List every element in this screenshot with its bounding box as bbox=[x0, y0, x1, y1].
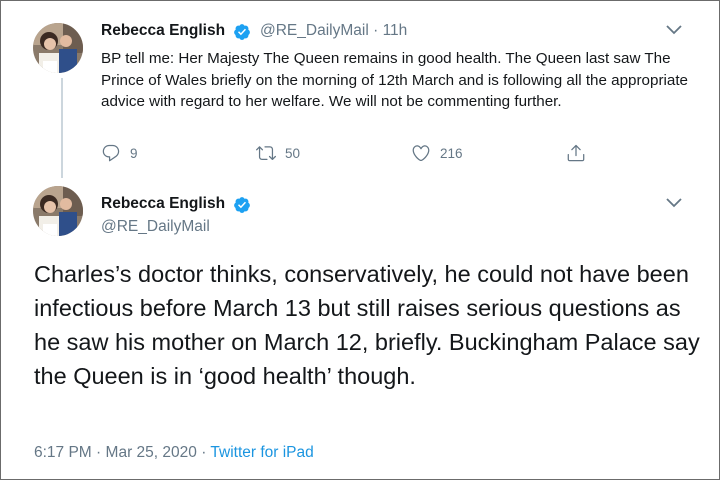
footer-separator: · bbox=[96, 444, 102, 461]
share-button[interactable] bbox=[566, 143, 586, 163]
meta-separator: · bbox=[373, 22, 379, 39]
like-count: 216 bbox=[440, 145, 463, 161]
retweet-icon bbox=[256, 146, 276, 161]
avatar[interactable] bbox=[33, 186, 83, 236]
tweet-source-link[interactable]: Twitter for iPad bbox=[210, 444, 313, 461]
chevron-down-icon[interactable] bbox=[665, 24, 683, 36]
timestamp[interactable]: 11h bbox=[383, 22, 408, 39]
avatar-photo bbox=[33, 23, 83, 73]
like-icon bbox=[412, 145, 430, 162]
share-icon bbox=[567, 144, 585, 162]
retweet-button[interactable]: 50 bbox=[256, 143, 300, 163]
verified-icon bbox=[234, 197, 250, 213]
verified-icon bbox=[234, 24, 250, 40]
chevron-down-icon[interactable] bbox=[665, 197, 683, 209]
tweet-text: Charles’s doctor thinks, conservatively,… bbox=[34, 261, 700, 389]
avatar-photo bbox=[33, 186, 83, 236]
author-name[interactable]: Rebecca English bbox=[101, 195, 225, 213]
tweet-thread-frame: Rebecca English @RE_DailyMail · 11h BP t… bbox=[0, 0, 720, 480]
tweet-footer: 6:17 PM · Mar 25, 2020 · Twitter for iPa… bbox=[34, 444, 314, 462]
handle[interactable]: @RE_DailyMail bbox=[260, 22, 369, 39]
handle[interactable]: @RE_DailyMail bbox=[101, 218, 210, 236]
avatar[interactable] bbox=[33, 23, 83, 73]
reply-count: 9 bbox=[130, 145, 138, 161]
retweet-count: 50 bbox=[285, 145, 301, 161]
reply-icon bbox=[102, 144, 120, 162]
author-name[interactable]: Rebecca English bbox=[101, 22, 225, 40]
reply-button[interactable]: 9 bbox=[101, 143, 138, 163]
like-button[interactable]: 216 bbox=[411, 143, 463, 163]
thread-connector-line bbox=[61, 78, 63, 178]
tweet-text: BP tell me: Her Majesty The Queen remain… bbox=[101, 50, 688, 110]
footer-separator: · bbox=[201, 444, 207, 461]
tweet-date[interactable]: Mar 25, 2020 bbox=[106, 444, 197, 461]
tweet-time[interactable]: 6:17 PM bbox=[34, 444, 92, 461]
